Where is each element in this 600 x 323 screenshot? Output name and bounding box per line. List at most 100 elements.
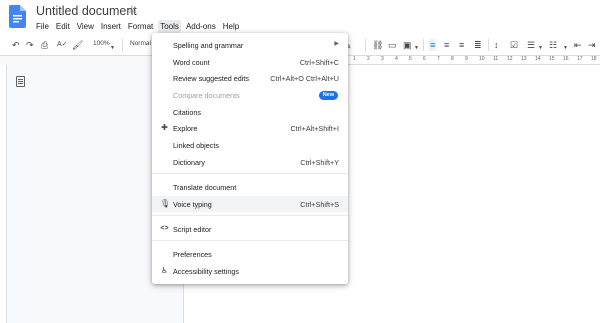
line-spacing-icon[interactable]: ↕ [494, 39, 499, 51]
image-icon[interactable]: ▣ [403, 39, 412, 51]
ruler-number: 12 [507, 56, 513, 62]
menu-item-label: Script editor [173, 225, 212, 234]
ruler-number: 3 [381, 56, 384, 62]
toolbar-divider [122, 39, 123, 51]
link-icon[interactable]: ⛓ [372, 39, 383, 51]
menu-divider [152, 215, 348, 216]
paint-format-icon[interactable]: 🖌︎ [72, 39, 83, 51]
ruler-number: 2 [367, 56, 370, 62]
comment-icon[interactable]: ▭ [388, 39, 397, 51]
align-right-icon[interactable]: ≡ [459, 39, 464, 51]
menu-item-shortcut: Ctrl+Alt+Shift+I [290, 124, 339, 133]
star-icon[interactable]: ☆ [127, 3, 137, 16]
bullet-list-icon[interactable]: ☰ [527, 39, 535, 51]
ruler-number: 11 [493, 56, 499, 62]
menu-item-shortcut: Ctrl+Shift+C [299, 58, 339, 67]
menu-item-label: Explore [173, 124, 198, 133]
menu-item-label: Translate document [173, 183, 237, 192]
menu-item-shortcut: Ctrl+Shift+Y [300, 158, 339, 167]
menu-divider [152, 240, 348, 241]
chevron-down-icon: ▼ [563, 45, 568, 51]
numbered-list-icon[interactable]: ☷ [549, 39, 557, 51]
menu-item-voice-typing[interactable]: 🎙︎ Voice typing Ctrl+Shift+S [152, 196, 348, 212]
checklist-icon[interactable]: ☑ [510, 39, 518, 51]
menu-item-citations[interactable]: Citations [152, 104, 348, 120]
new-badge: New [318, 91, 338, 100]
align-left-icon[interactable]: ≡ [429, 39, 437, 51]
ruler-number: 7 [437, 56, 440, 62]
menu-tools[interactable]: Tools [158, 20, 181, 33]
redo-icon[interactable]: ↷ [26, 39, 34, 51]
spellcheck-icon[interactable]: A✓ [57, 39, 68, 51]
submenu-arrow-icon: ▶ [334, 41, 339, 47]
menu-item-preferences[interactable]: Preferences [152, 246, 348, 262]
menu-item-compare-documents: Compare documents New [152, 87, 348, 103]
menu-item-review-suggested-edits[interactable]: Review suggested edits Ctrl+Alt+O Ctrl+A… [152, 70, 348, 86]
menu-view[interactable]: View [77, 20, 94, 33]
justify-icon[interactable]: ≣ [474, 39, 482, 51]
ruler-number: 18 [591, 56, 597, 62]
menu-item-label: Compare documents [173, 91, 240, 100]
ruler-number: 4 [395, 56, 398, 62]
google-docs-window: Untitled document ☆ File Edit View Inser… [0, 0, 600, 323]
toolbar-divider [423, 39, 424, 51]
menu-file[interactable]: File [36, 20, 49, 33]
docs-logo-icon[interactable] [9, 5, 26, 28]
document-outline-icon[interactable] [16, 76, 25, 87]
menu-divider [152, 173, 348, 174]
menu-item-label: Review suggested edits [173, 74, 249, 83]
menu-item-shortcut: Ctrl+Shift+S [300, 200, 339, 209]
ruler-number: 5 [409, 56, 412, 62]
menu-item-label: Spelling and grammar [173, 41, 244, 50]
menu-item-accessibility-settings[interactable]: ♿︎ Accessibility settings [152, 263, 348, 279]
menu-item-label: Linked objects [173, 141, 219, 150]
menu-item-label: Citations [173, 108, 201, 117]
ruler-number: 10 [479, 56, 485, 62]
menu-help[interactable]: Help [223, 20, 239, 33]
ruler-number: 8 [451, 56, 454, 62]
chevron-down-icon: ▼ [414, 45, 419, 51]
ruler-number: 9 [465, 56, 468, 62]
chevron-down-icon: ▼ [538, 45, 543, 51]
chevron-down-icon: ▼ [110, 45, 115, 51]
toolbar-divider [488, 39, 489, 51]
menu-add-ons[interactable]: Add-ons [186, 20, 216, 33]
menu-item-spelling-and-grammar[interactable]: Spelling and grammar ▶ [152, 37, 348, 53]
ruler-number: 17 [577, 56, 583, 62]
style-select[interactable]: Normal [130, 40, 151, 47]
menu-item-label: Word count [173, 58, 210, 67]
menu-format[interactable]: Format [128, 20, 153, 33]
menu-item-linked-objects[interactable]: Linked objects [152, 137, 348, 153]
title-bar: Untitled document ☆ File Edit View Inser… [0, 0, 600, 34]
menu-item-shortcut: Ctrl+Alt+O Ctrl+Alt+U [270, 74, 339, 83]
document-title[interactable]: Untitled document [36, 4, 137, 18]
menu-item-dictionary[interactable]: Dictionary Ctrl+Shift+Y [152, 154, 348, 170]
menu-item-translate-document[interactable]: Translate document [152, 179, 348, 195]
menu-item-label: Dictionary [173, 158, 205, 167]
vertical-ruler [0, 65, 7, 323]
ruler-number: 13 [521, 56, 527, 62]
ruler-number: 15 [549, 56, 555, 62]
menu-item-label: Preferences [173, 250, 212, 259]
align-center-icon[interactable]: ≡ [444, 39, 449, 51]
undo-icon[interactable]: ↶ [12, 39, 20, 51]
ruler-number: 6 [423, 56, 426, 62]
decrease-indent-icon[interactable]: ⇤ [574, 39, 582, 51]
increase-indent-icon[interactable]: ⇥ [588, 39, 596, 51]
print-icon[interactable]: ⎙ [41, 39, 48, 51]
ruler-number: 16 [563, 56, 569, 62]
toolbar-divider [365, 39, 366, 51]
menu-insert[interactable]: Insert [101, 20, 121, 33]
zoom-select[interactable]: 100% [93, 40, 110, 47]
menu-item-explore[interactable]: ✚ Explore Ctrl+Alt+Shift+I [152, 120, 348, 136]
ruler-number: 1 [353, 56, 356, 62]
accessibility-icon: ♿︎ [160, 266, 169, 275]
explore-icon: ✚ [161, 123, 168, 132]
ruler-number: 14 [535, 56, 541, 62]
tools-menu: Spelling and grammar ▶ Word count Ctrl+S… [152, 33, 348, 284]
menu-item-label: Accessibility settings [173, 267, 239, 276]
menu-item-word-count[interactable]: Word count Ctrl+Shift+C [152, 54, 348, 70]
menu-item-script-editor[interactable]: <> Script editor [152, 221, 348, 237]
menu-edit[interactable]: Edit [56, 20, 70, 33]
menu-item-label: Voice typing [173, 200, 212, 209]
